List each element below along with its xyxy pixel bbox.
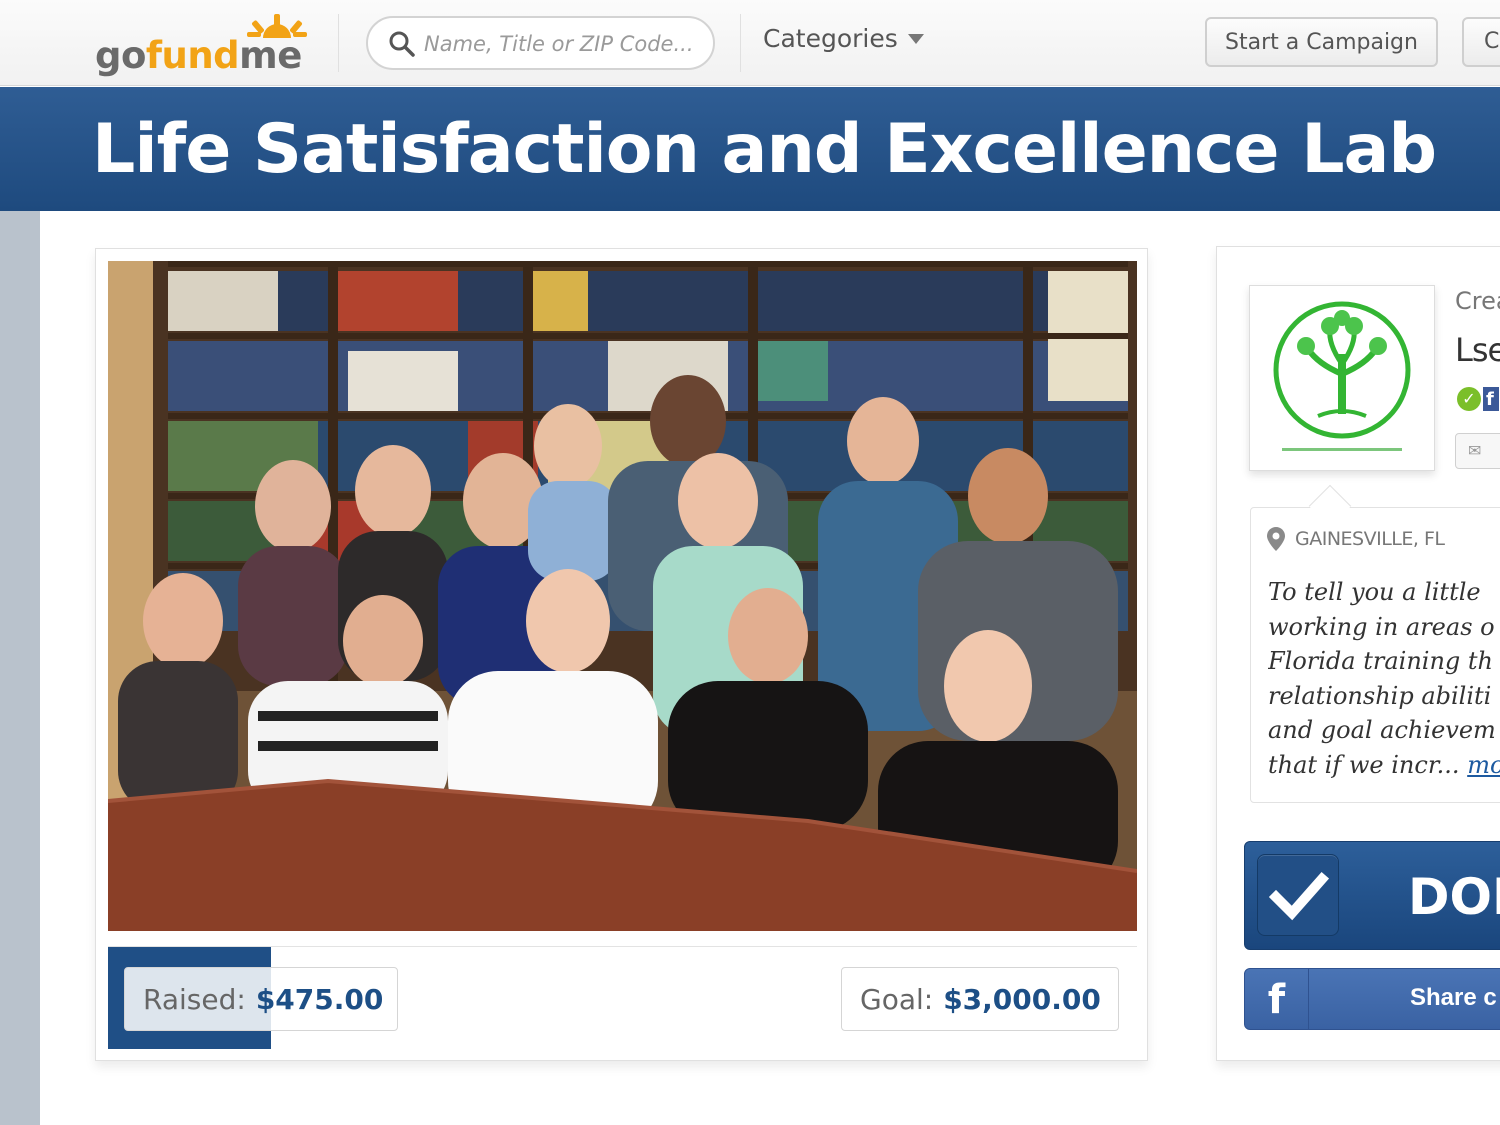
donate-check-icon <box>1257 854 1339 936</box>
top-nav: gofundme Categories Start a Campaign C <box>0 0 1500 86</box>
campaign-photo-card: Raised: $475.00 Goal: $3,000.00 <box>95 248 1148 1061</box>
mail-icon: ✉ <box>1468 441 1482 460</box>
story-line: and goal achievem <box>1268 716 1496 744</box>
funding-progress: Raised: $475.00 Goal: $3,000.00 <box>108 946 1137 1049</box>
contact-creator-button[interactable]: ✉ <box>1455 433 1500 469</box>
read-more-link[interactable]: mo <box>1467 751 1500 779</box>
facebook-share-button[interactable]: f Share c <box>1244 968 1500 1030</box>
verified-check-icon: ✓ <box>1457 387 1481 411</box>
caret-down-icon <box>907 33 924 44</box>
map-pin-icon <box>1267 527 1285 551</box>
campaign-story-excerpt: To tell you a little working in areas o … <box>1268 575 1500 782</box>
facebook-verified-icon: f <box>1483 387 1499 411</box>
goal-amount-box: Goal: $3,000.00 <box>841 967 1119 1031</box>
search-input[interactable] <box>424 26 704 62</box>
location-text: GAINESVILLE, FL <box>1295 528 1445 550</box>
group-photo-image <box>108 261 1137 931</box>
search-box[interactable] <box>366 16 715 70</box>
facebook-icon: f <box>1245 969 1309 1029</box>
start-campaign-button[interactable]: Start a Campaign <box>1205 17 1438 67</box>
creator-name[interactable]: Lse <box>1455 331 1500 369</box>
raised-amount: $475.00 <box>255 982 384 1016</box>
logo-fund: fund <box>145 34 240 77</box>
donate-label: DOI <box>1408 868 1500 926</box>
categories-dropdown[interactable]: Categories <box>763 24 924 53</box>
campaign-sidebar: Crea Lse ✓ f ✉ GAINESVILLE, FL To tell y… <box>1216 246 1500 1061</box>
creator-avatar[interactable] <box>1249 285 1435 471</box>
categories-label: Categories <box>763 24 898 53</box>
search-icon <box>389 31 415 57</box>
goal-amount: $3,000.00 <box>943 982 1101 1016</box>
created-by-label: Crea <box>1455 287 1500 315</box>
raised-amount-box: Raised: $475.00 <box>124 967 398 1031</box>
campaign-title: Life Satisfaction and Excellence Lab <box>92 110 1437 189</box>
share-label: Share c <box>1410 984 1497 1011</box>
logo-me: me <box>239 34 302 77</box>
story-line: Florida training th <box>1268 647 1494 675</box>
raised-label: Raised: <box>143 982 246 1016</box>
logo-go: go <box>95 34 146 77</box>
nav-divider <box>338 14 339 72</box>
story-line: To tell you a little <box>1268 578 1481 606</box>
story-line: that if we incr... <box>1268 750 1460 779</box>
donate-button[interactable]: DOI <box>1244 841 1500 950</box>
campaign-location: GAINESVILLE, FL <box>1267 527 1445 551</box>
story-line: relationship abiliti <box>1268 681 1492 710</box>
nav-button-partial[interactable]: C <box>1462 17 1500 67</box>
goal-label: Goal: <box>860 982 934 1016</box>
story-line: working in areas o <box>1268 612 1495 641</box>
logo-wordmark: gofundme <box>95 34 302 77</box>
campaign-photo[interactable] <box>108 261 1137 931</box>
tree-logo-icon <box>1273 301 1411 451</box>
left-rail <box>0 211 40 1125</box>
gofundme-logo[interactable]: gofundme <box>95 14 310 77</box>
verification-badges: ✓ f <box>1457 387 1499 411</box>
nav-divider <box>740 14 741 72</box>
